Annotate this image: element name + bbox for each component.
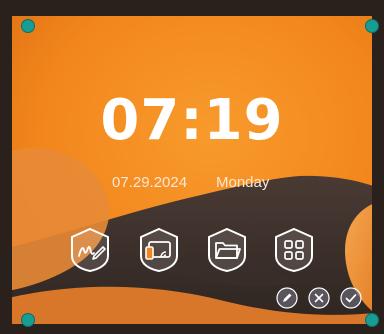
frame-bottom-edge	[0, 324, 384, 334]
apps-grid-icon	[275, 227, 313, 273]
confirm-check-icon	[340, 287, 362, 309]
close-x-icon	[308, 287, 330, 309]
screen-cast-app-button[interactable]	[135, 226, 183, 274]
resize-handle-bottom-left[interactable]	[21, 313, 35, 327]
frame-left-edge	[0, 0, 12, 334]
resize-handle-top-right[interactable]	[365, 19, 379, 33]
clock-date: 07.29.2024	[112, 174, 188, 191]
clock-time: 07:19	[100, 88, 284, 153]
clock-weekday: Monday	[216, 174, 270, 191]
desert-wallpaper	[0, 0, 384, 334]
whiteboard-pen-icon	[71, 227, 109, 273]
apps-menu-button[interactable]	[270, 226, 318, 274]
confirm-button[interactable]	[340, 287, 362, 309]
resize-handle-top-left[interactable]	[21, 19, 35, 33]
edit-pencil-icon	[276, 287, 298, 309]
whiteboard-app-button[interactable]	[66, 226, 114, 274]
widget-editor-screen: 07:19 07.29.2024 Monday	[0, 0, 384, 334]
edit-button[interactable]	[276, 287, 298, 309]
folder-icon	[208, 227, 246, 273]
frame-right-edge	[372, 0, 384, 334]
resize-handle-bottom-right[interactable]	[365, 313, 379, 327]
frame-top-edge	[0, 0, 384, 16]
files-app-button[interactable]	[203, 226, 251, 274]
cancel-button[interactable]	[308, 287, 330, 309]
screen-cast-icon	[140, 227, 178, 273]
